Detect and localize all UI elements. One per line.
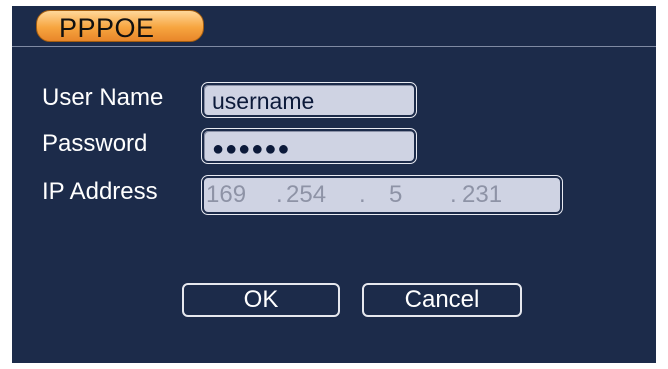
pppoe-dialog: PPPOE User Name username Password ●●●●●●… bbox=[12, 6, 656, 363]
ip-address-label: IP Address bbox=[42, 178, 158, 205]
username-field[interactable]: username bbox=[201, 82, 417, 118]
password-label: Password bbox=[42, 130, 148, 157]
username-label: User Name bbox=[42, 84, 164, 111]
ip-octet-4: 231 bbox=[462, 181, 503, 208]
password-value: ●●●●●● bbox=[212, 138, 291, 160]
password-field[interactable]: ●●●●●● bbox=[201, 128, 417, 164]
tab-pppoe[interactable]: PPPOE bbox=[36, 10, 204, 43]
ip-octet-3: 5 bbox=[389, 181, 403, 208]
cancel-button[interactable]: Cancel bbox=[362, 283, 522, 317]
ok-button[interactable]: OK bbox=[182, 283, 340, 317]
ip-address-field: 169 . 254 . 5 . 231 bbox=[201, 175, 563, 215]
tab-label: PPPOE bbox=[59, 13, 155, 43]
ip-separator-dot: . bbox=[359, 181, 366, 208]
ip-octet-1: 169 bbox=[206, 181, 247, 208]
title-bar: PPPOE bbox=[12, 6, 656, 47]
ip-separator-dot: . bbox=[276, 181, 283, 208]
username-value: username bbox=[212, 88, 315, 114]
ip-octet-2: 254 bbox=[286, 181, 327, 208]
ip-separator-dot: . bbox=[450, 181, 457, 208]
